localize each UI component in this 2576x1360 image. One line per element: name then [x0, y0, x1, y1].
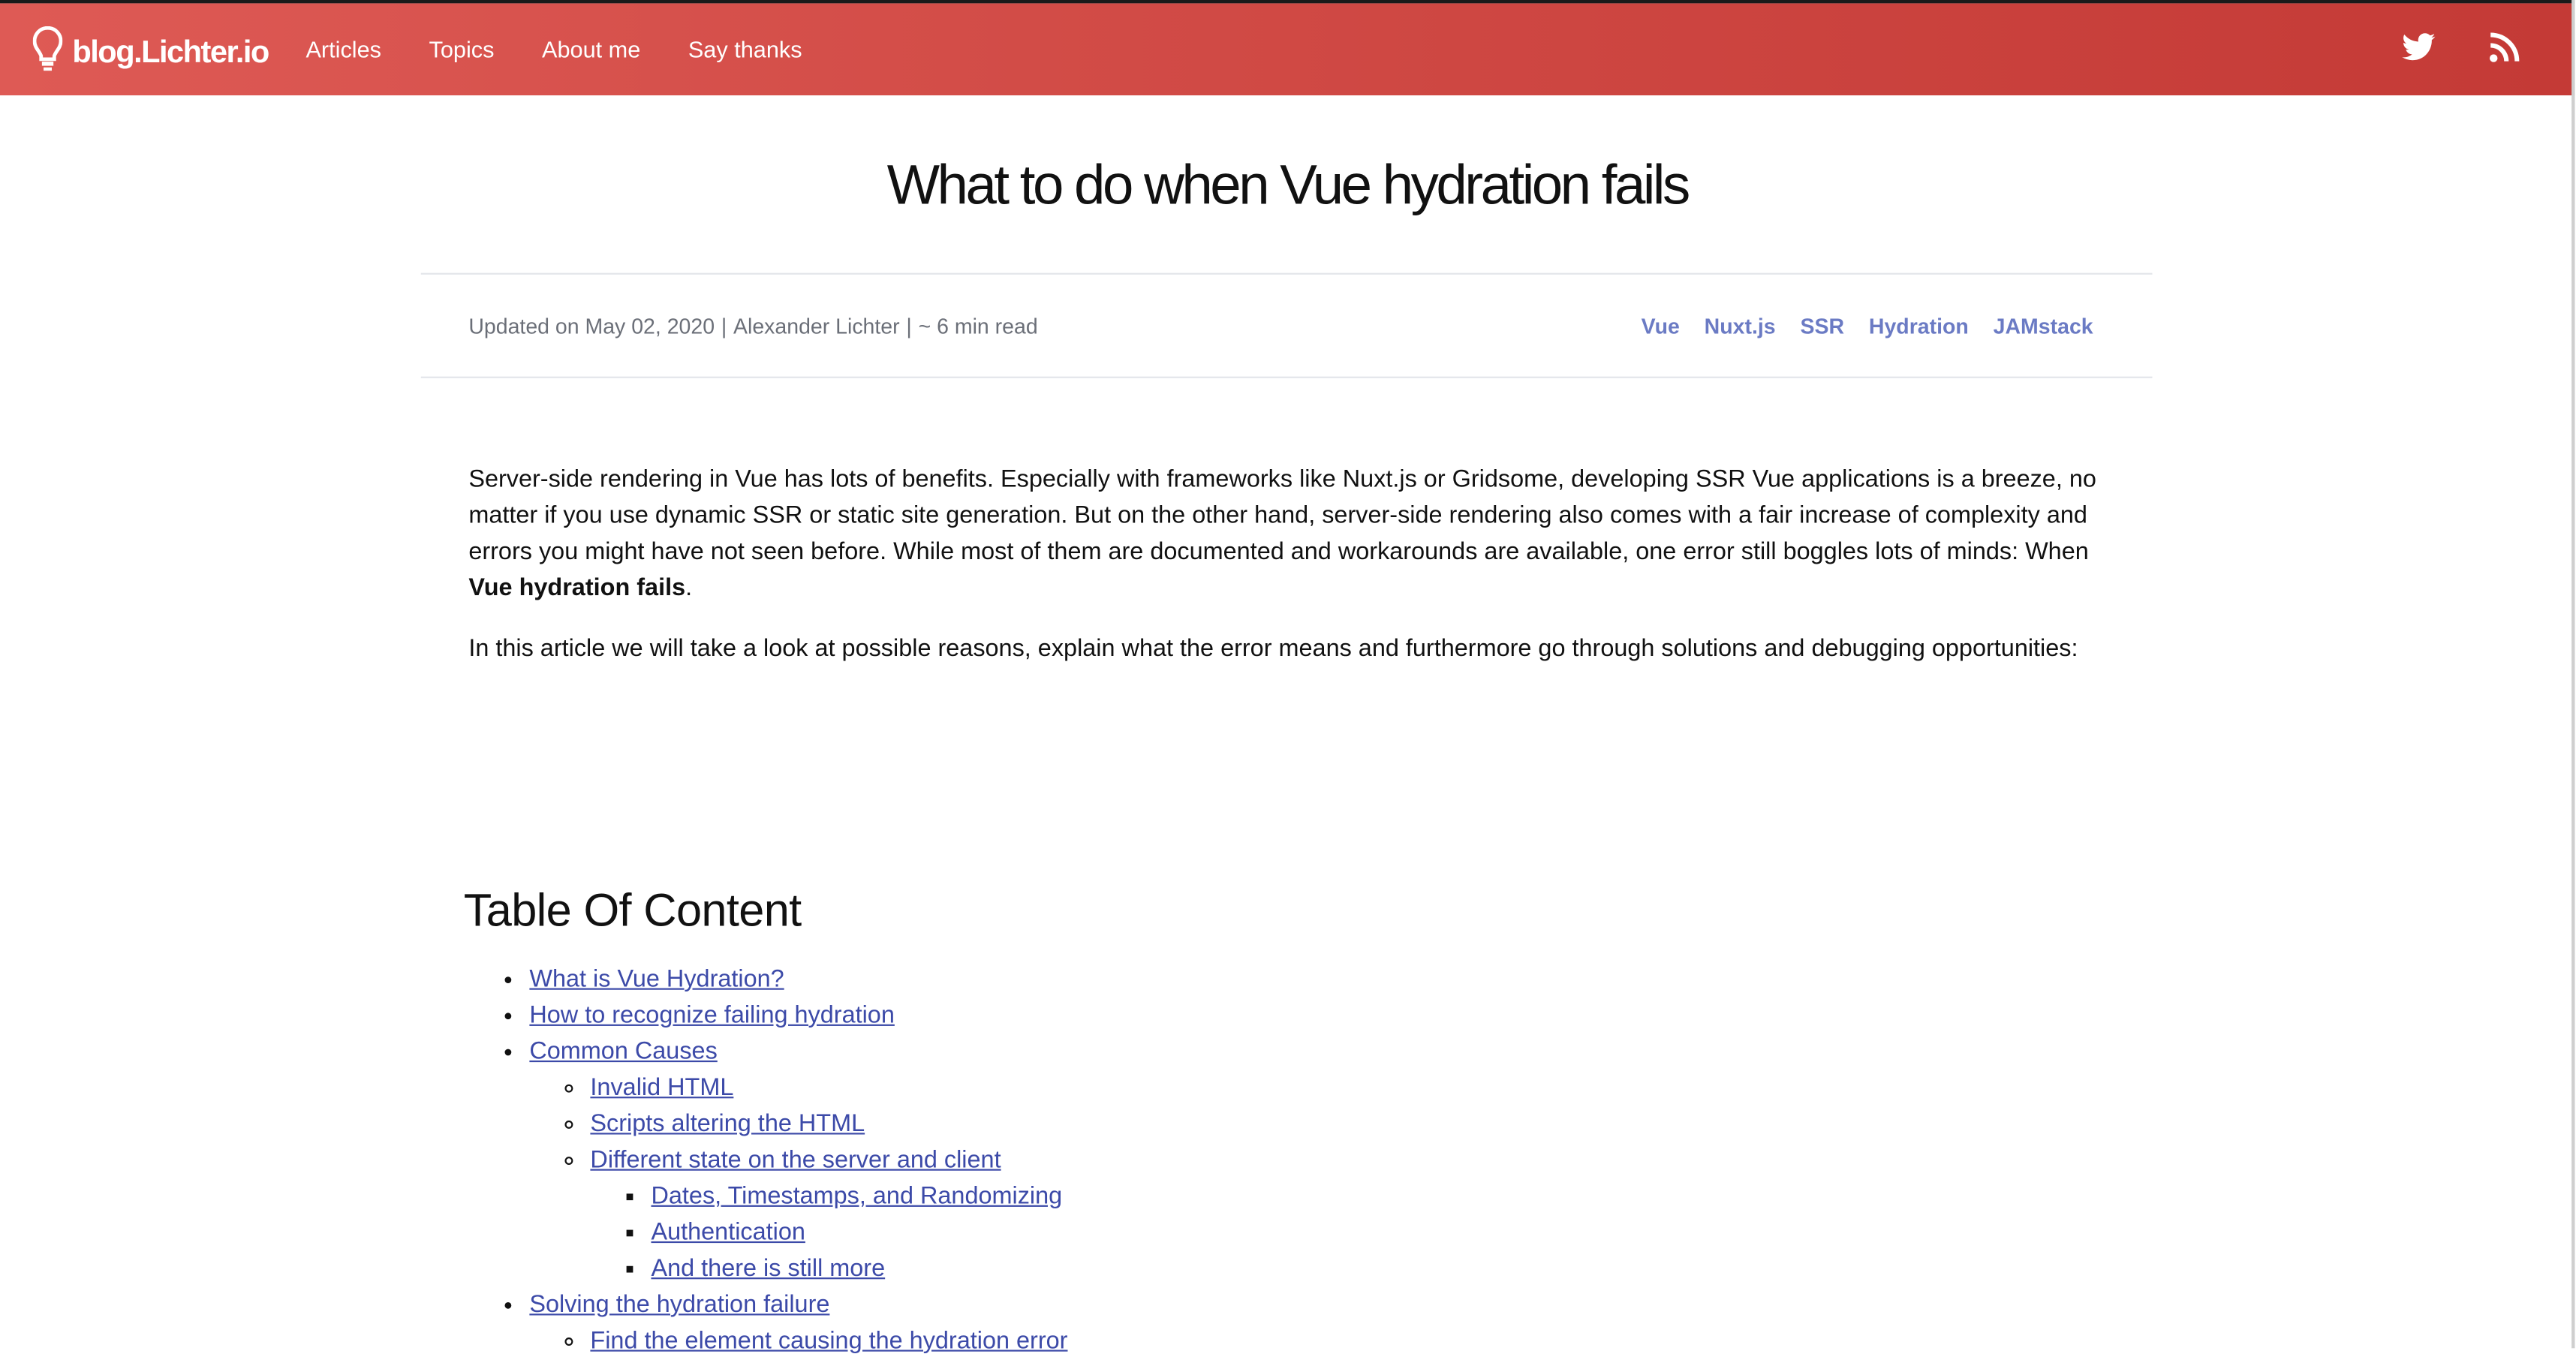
- brand-name: blog.Lichter.io: [72, 35, 269, 71]
- tag-hydration[interactable]: Hydration: [1869, 314, 1969, 338]
- tag-nuxtjs[interactable]: Nuxt.js: [1705, 314, 1776, 338]
- article-meta-bar: Updated on May 02, 2020 | Alexander Lichte…: [420, 272, 2153, 378]
- article-body: Server-side rendering in Vue has lots of…: [468, 462, 2113, 693]
- top-navigation-bar: blog.Lichter.io Articles Topics About me…: [0, 0, 2575, 96]
- intro-emphasis: Vue hydration fails: [468, 575, 686, 602]
- article-meta: Updated on May 02, 2020 | Alexander Lichte…: [468, 314, 1038, 339]
- toc-link[interactable]: Invalid HTML: [590, 1076, 733, 1102]
- toc-item: Invalid HTML: [590, 1070, 1067, 1106]
- toc-item: Scripts altering the HTML: [590, 1106, 1067, 1142]
- tag-vue[interactable]: Vue: [1642, 314, 1680, 338]
- toc-item: Different state on the server and client…: [590, 1142, 1067, 1287]
- intro-paragraph: Server-side rendering in Vue has lots of…: [468, 467, 2096, 602]
- toc-link[interactable]: Dates, Timestamps, and Randomizing: [651, 1184, 1062, 1210]
- tag-list: Vue Nuxt.js SSR Hydration JAMstack: [1642, 314, 2093, 338]
- toc-link[interactable]: How to recognize failing hydration: [529, 1003, 894, 1029]
- rss-icon[interactable]: [2486, 29, 2522, 65]
- nav-articles[interactable]: Articles: [305, 36, 381, 62]
- toc-item: Solving the hydration failure Find the e…: [529, 1287, 1067, 1359]
- nav-about-me[interactable]: About me: [542, 36, 640, 62]
- social-links: [2400, 29, 2522, 65]
- toc-item: Dates, Timestamps, and Randomizing: [651, 1179, 1067, 1215]
- toc-link[interactable]: Authentication: [651, 1220, 805, 1246]
- toc-link[interactable]: Solving the hydration failure: [529, 1292, 829, 1319]
- toc-item: What is Vue Hydration?: [529, 962, 1067, 998]
- toc-title: Table Of Content: [463, 884, 802, 936]
- author-name: Alexander Lichter: [733, 314, 900, 339]
- nav-say-thanks[interactable]: Say thanks: [688, 36, 802, 62]
- toc-link[interactable]: And there is still more: [651, 1256, 885, 1283]
- toc-link[interactable]: Scripts altering the HTML: [590, 1112, 865, 1138]
- updated-date: Updated on May 02, 2020: [468, 314, 715, 339]
- toc-link[interactable]: What is Vue Hydration?: [529, 967, 784, 993]
- toc-item: Authentication: [651, 1215, 1067, 1251]
- article-title: What to do when Vue hydration fails: [886, 154, 1690, 218]
- main-nav: Articles Topics About me Say thanks: [305, 36, 802, 62]
- lightbulb-icon: [32, 26, 63, 80]
- tag-jamstack[interactable]: JAMstack: [1994, 314, 2093, 338]
- intro-paragraph-2: In this article we will take a look at p…: [468, 636, 2078, 663]
- table-of-contents: What is Vue Hydration? How to recognize …: [464, 962, 1067, 1360]
- read-time: ~ 6 min read: [918, 314, 1038, 339]
- toc-item: Common Causes Invalid HTML Scripts alter…: [529, 1034, 1067, 1287]
- toc-link[interactable]: Common Causes: [529, 1039, 717, 1065]
- toc-link[interactable]: Different state on the server and client: [590, 1148, 1001, 1174]
- toc-item: Find the element causing the hydration e…: [590, 1323, 1067, 1359]
- nav-topics[interactable]: Topics: [429, 36, 495, 62]
- toc-item: And there is still more: [651, 1251, 1067, 1287]
- brand-link[interactable]: blog.Lichter.io: [32, 26, 269, 80]
- toc-link[interactable]: Find the element causing the hydration e…: [590, 1328, 1067, 1355]
- tag-ssr[interactable]: SSR: [1800, 314, 1844, 338]
- toc-item: How to recognize failing hydration: [529, 998, 1067, 1034]
- twitter-icon[interactable]: [2400, 29, 2436, 65]
